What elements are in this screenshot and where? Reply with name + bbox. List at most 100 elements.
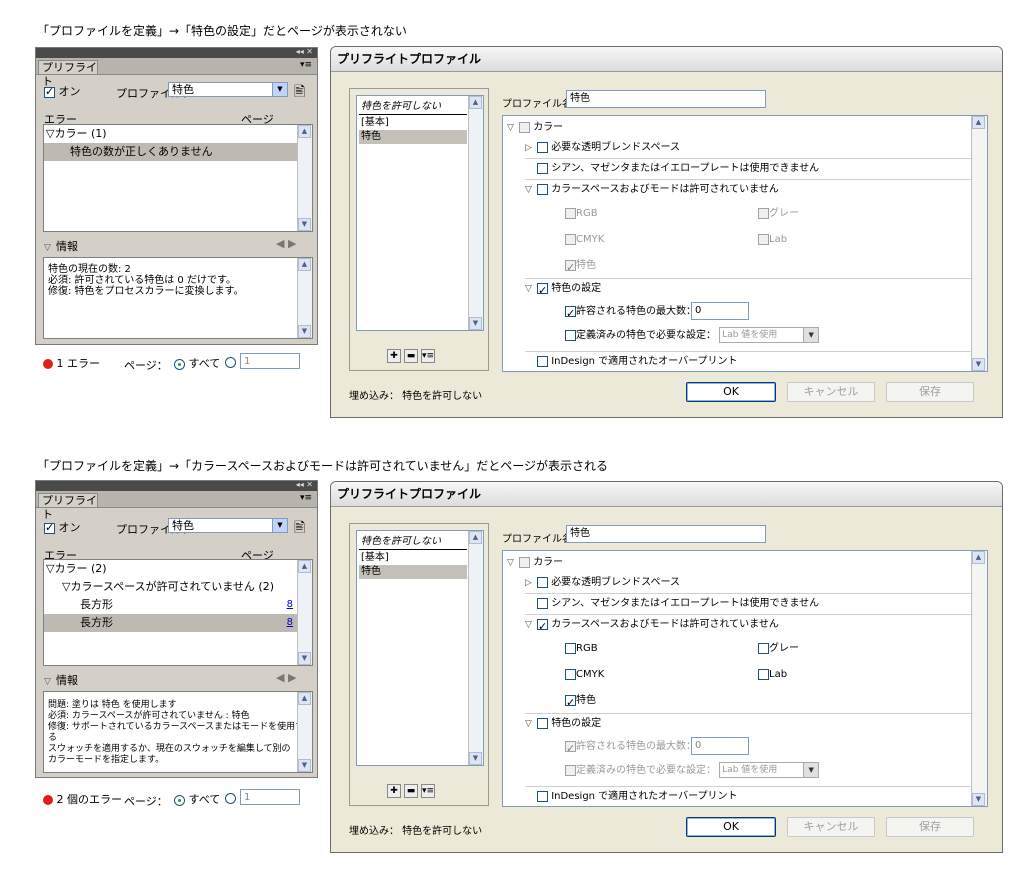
max-spots-checkbox[interactable] [565, 304, 576, 324]
gray-checkbox[interactable] [758, 207, 769, 219]
list-item[interactable]: 特色 [359, 565, 467, 579]
prev-next-arrows-icon[interactable]: ◀ ▶ [276, 237, 296, 250]
panel-menu-icon[interactable]: ▾≡ [300, 60, 312, 70]
error-list[interactable]: ▽カラー (2) ▽カラースペースが許可されていません (2) 長方形 8 長方形… [43, 559, 313, 666]
expand-triangle-icon[interactable]: ▽ [525, 180, 537, 200]
cmyk-checkbox[interactable] [565, 668, 576, 680]
tab-preflight[interactable]: プリフライト [38, 60, 98, 88]
cmy-checkbox[interactable] [537, 597, 548, 609]
lab-select[interactable]: Lab 値を使用 ▼ [719, 327, 820, 343]
panel-title-bar[interactable]: ◂◂ ✕ [36, 480, 317, 491]
profile-select[interactable]: 特色 ▼ [168, 518, 288, 533]
profile-name-input[interactable]: 特色 [566, 525, 766, 543]
prev-next-arrows-icon[interactable]: ◀ ▶ [276, 671, 296, 684]
list-item[interactable]: 特色の数が正しくありません [44, 143, 298, 161]
all-pages-radio[interactable] [174, 358, 185, 370]
color-checkbox[interactable] [519, 556, 530, 568]
list-item[interactable]: [基本] [359, 116, 467, 130]
scrollbar[interactable]: ▲ ▼ [971, 551, 987, 806]
lab-select[interactable]: Lab 値を使用 ▼ [719, 762, 820, 778]
page-link[interactable]: 8 [287, 614, 293, 632]
ok-button[interactable]: OK [686, 382, 776, 402]
max-spots-checkbox[interactable] [565, 739, 576, 759]
tab-preflight[interactable]: プリフライト [38, 493, 98, 521]
profile-name-input[interactable]: 特色 [566, 90, 766, 108]
profile-menu-button[interactable]: ▾≡ [421, 349, 435, 363]
expand-triangle-icon[interactable]: ▽ [507, 553, 519, 573]
blend-checkbox[interactable] [537, 141, 548, 153]
add-profile-button[interactable]: ✚ [387, 349, 401, 363]
page-range-input[interactable]: 1 [240, 353, 300, 369]
scrollbar[interactable]: ▲ ▼ [297, 560, 312, 665]
spot-checkbox[interactable] [565, 258, 576, 278]
cmyk-checkbox[interactable] [565, 233, 576, 245]
remove-profile-button[interactable]: ▬ [404, 784, 418, 798]
spot-settings-checkbox[interactable] [537, 281, 548, 301]
page-range-input[interactable]: 1 [240, 789, 300, 805]
expand-triangle-icon[interactable]: ▽ [525, 279, 537, 299]
colorspace-checkbox[interactable] [537, 183, 548, 195]
error-list[interactable]: ▽カラー (1) 特色の数が正しくありません ▲ ▼ [43, 124, 313, 232]
profile-list[interactable]: 特色を許可しない [基本] 特色 ▲ ▼ [356, 95, 484, 331]
collapse-close-icon[interactable]: ◂◂ ✕ [296, 47, 313, 56]
overprint-checkbox[interactable] [537, 790, 548, 802]
collapsed-triangle-icon[interactable]: ▷ [525, 138, 537, 158]
expand-triangle-icon[interactable]: ▽ [525, 714, 537, 734]
list-item[interactable]: 特色を許可しない [359, 535, 467, 550]
scrollbar[interactable]: ▲ ▼ [297, 258, 312, 338]
max-spots-input[interactable]: 0 [691, 302, 749, 320]
scrollbar[interactable]: ▲ ▼ [297, 692, 312, 772]
list-item[interactable]: 長方形 8 [44, 596, 298, 614]
scrollbar[interactable]: ▲ ▼ [971, 116, 987, 371]
define-profile-icon[interactable]: 🖹 [294, 81, 305, 105]
expand-triangle-icon[interactable]: ▽ [525, 615, 537, 635]
scrollbar[interactable]: ▲ ▼ [468, 96, 483, 330]
gray-checkbox[interactable] [758, 642, 769, 654]
color-checkbox[interactable] [519, 121, 530, 133]
scrollbar[interactable]: ▲ ▼ [468, 531, 483, 765]
add-profile-button[interactable]: ✚ [387, 784, 401, 798]
list-item[interactable]: ▽カラースペースが許可されていません (2) [44, 578, 298, 596]
page-link[interactable]: 8 [287, 596, 293, 614]
max-spots-input[interactable]: 0 [691, 737, 749, 755]
lab-checkbox[interactable] [758, 668, 769, 680]
all-pages-radio[interactable] [174, 794, 185, 806]
on-checkbox[interactable] [44, 521, 55, 534]
list-item[interactable]: ▽カラー (1) [44, 125, 298, 143]
on-checkbox[interactable] [44, 85, 55, 98]
expand-triangle-icon[interactable]: ▽ [44, 677, 56, 687]
profile-list[interactable]: 特色を許可しない [基本] 特色 ▲ ▼ [356, 530, 484, 766]
rgb-checkbox[interactable] [565, 207, 576, 219]
predefined-checkbox[interactable] [565, 329, 576, 341]
page-range-radio[interactable] [225, 356, 236, 368]
panel-title-bar[interactable]: ◂◂ ✕ [36, 47, 317, 58]
list-item[interactable]: 長方形 8 [44, 614, 298, 632]
collapse-close-icon[interactable]: ◂◂ ✕ [296, 480, 313, 489]
colorspace-checkbox[interactable] [537, 617, 548, 637]
profile-menu-button[interactable]: ▾≡ [421, 784, 435, 798]
blend-checkbox[interactable] [537, 576, 548, 588]
save-button[interactable]: 保存 [886, 817, 974, 837]
list-item[interactable]: 特色を許可しない [359, 100, 467, 115]
lab-checkbox[interactable] [758, 233, 769, 245]
cancel-button[interactable]: キャンセル [787, 817, 875, 837]
expand-triangle-icon[interactable]: ▽ [44, 243, 56, 253]
remove-profile-button[interactable]: ▬ [404, 349, 418, 363]
spot-checkbox[interactable] [565, 693, 576, 713]
save-button[interactable]: 保存 [886, 382, 974, 402]
cancel-button[interactable]: キャンセル [787, 382, 875, 402]
ok-button[interactable]: OK [686, 817, 776, 837]
list-item[interactable]: ▽カラー (2) [44, 560, 298, 578]
cmy-checkbox[interactable] [537, 162, 548, 174]
rgb-checkbox[interactable] [565, 642, 576, 654]
list-item[interactable]: 特色 [359, 130, 467, 144]
expand-triangle-icon[interactable]: ▽ [507, 118, 519, 138]
page-range-radio[interactable] [225, 792, 236, 804]
predefined-checkbox[interactable] [565, 764, 576, 776]
overprint-checkbox[interactable] [537, 355, 548, 367]
define-profile-icon[interactable]: 🖹 [294, 517, 305, 541]
collapsed-triangle-icon[interactable]: ▷ [525, 573, 537, 593]
list-item[interactable]: [基本] [359, 551, 467, 565]
spot-settings-checkbox[interactable] [537, 717, 548, 729]
profile-select[interactable]: 特色 ▼ [168, 82, 288, 97]
